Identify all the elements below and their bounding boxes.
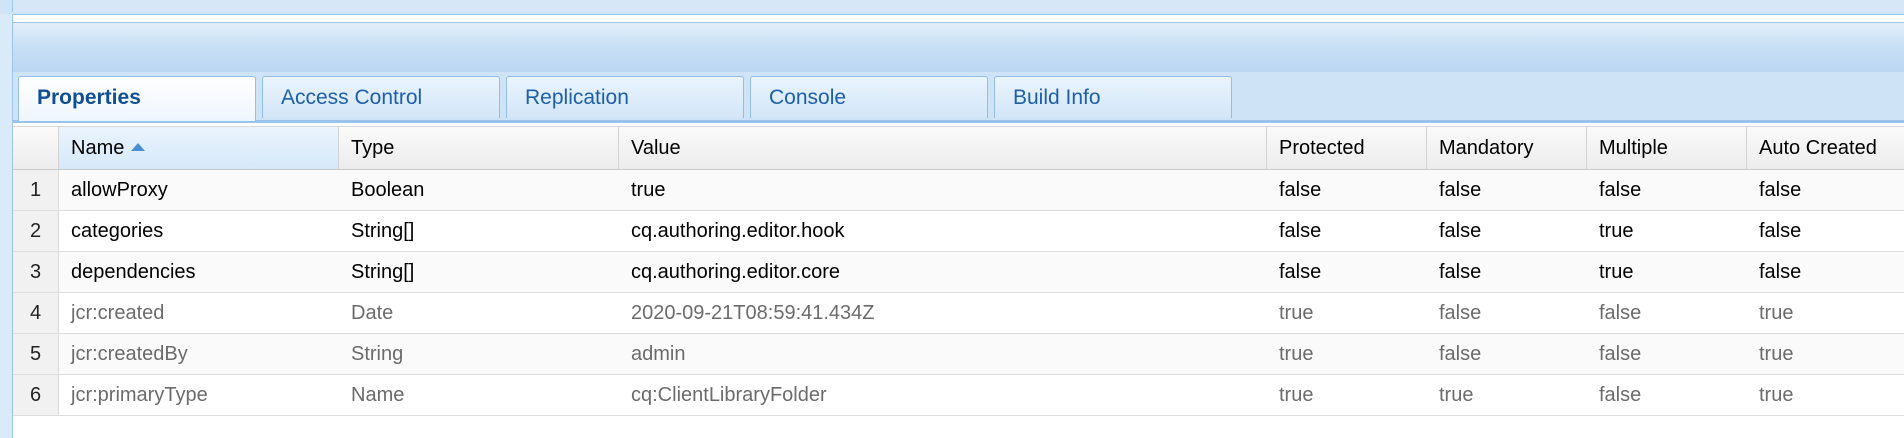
row-number: 2	[13, 211, 59, 251]
column-header-auto-created[interactable]: Auto Created	[1747, 127, 1904, 169]
top-panel-inner	[12, 0, 1904, 12]
cell-multiple: false	[1599, 384, 1642, 406]
cell-name[interactable]: jcr:created	[59, 293, 339, 333]
cell-value[interactable]: 2020-09-21T08:59:41.434Z	[619, 293, 1267, 333]
cell-multiple: true	[1599, 220, 1634, 242]
cell-mandatory: false	[1439, 179, 1482, 201]
row-number: 1	[13, 170, 59, 210]
cell-name[interactable]: allowProxy	[59, 170, 339, 210]
cell-mandatory: false	[1439, 220, 1482, 242]
cell-type[interactable]: Date	[339, 293, 619, 333]
tab-access-control[interactable]: Access Control	[262, 76, 500, 118]
cell-type[interactable]: String[]	[339, 252, 619, 292]
column-header-multiple[interactable]: Multiple	[1587, 127, 1747, 169]
cell-value[interactable]: true	[619, 170, 1267, 210]
cell-name[interactable]: dependencies	[59, 252, 339, 292]
cell-value[interactable]: admin	[619, 334, 1267, 374]
cell-value[interactable]: cq.authoring.editor.hook	[619, 211, 1267, 251]
cell-auto-created: false	[1759, 179, 1802, 201]
cell-auto-created: true	[1759, 343, 1794, 365]
cell-auto-created: false	[1759, 261, 1802, 283]
column-header-name-label: Name	[71, 137, 125, 159]
row-number: 4	[13, 293, 59, 333]
tab-replication[interactable]: Replication	[506, 76, 744, 118]
cell-name[interactable]: jcr:createdBy	[59, 334, 339, 374]
column-header-value[interactable]: Value	[619, 127, 1267, 169]
row-number: 5	[13, 334, 59, 374]
tab-console[interactable]: Console	[750, 76, 988, 118]
cell-type[interactable]: Boolean	[339, 170, 619, 210]
cell-protected: true	[1279, 343, 1314, 365]
cell-multiple: false	[1599, 302, 1642, 324]
column-header-protected[interactable]: Protected	[1267, 127, 1427, 169]
table-row[interactable]: 6 jcr:primaryType Name cq:ClientLibraryF…	[13, 375, 1904, 416]
cell-type[interactable]: String	[339, 334, 619, 374]
table-row[interactable]: 5 jcr:createdBy String admin true false …	[13, 334, 1904, 375]
sort-ascending-icon	[131, 143, 146, 151]
row-number: 3	[13, 252, 59, 292]
cell-name[interactable]: jcr:primaryType	[59, 375, 339, 415]
cell-protected: true	[1279, 302, 1314, 324]
table-row[interactable]: 1 allowProxy Boolean true false false fa…	[13, 170, 1904, 211]
column-header-mandatory[interactable]: Mandatory	[1427, 127, 1587, 169]
left-panel-edge	[0, 14, 13, 438]
cell-auto-created: true	[1759, 302, 1794, 324]
cell-multiple: false	[1599, 179, 1642, 201]
row-number-header	[13, 127, 59, 169]
cell-value[interactable]: cq:ClientLibraryFolder	[619, 375, 1267, 415]
cell-mandatory: false	[1439, 261, 1482, 283]
cell-auto-created: true	[1759, 384, 1794, 406]
column-header-name[interactable]: Name	[59, 127, 339, 169]
cell-name[interactable]: categories	[59, 211, 339, 251]
cell-mandatory: false	[1439, 302, 1482, 324]
cell-type[interactable]: Name	[339, 375, 619, 415]
table-row[interactable]: 4 jcr:created Date 2020-09-21T08:59:41.4…	[13, 293, 1904, 334]
cell-protected: true	[1279, 384, 1314, 406]
table-row[interactable]: 3 dependencies String[] cq.authoring.edi…	[13, 252, 1904, 293]
crxde-properties-panel: Properties Access Control Replication Co…	[0, 0, 1904, 438]
grid-header-row: Name Type Value Protected Mandatory Mult…	[13, 126, 1904, 170]
tab-build-info[interactable]: Build Info	[994, 76, 1232, 118]
cell-auto-created: false	[1759, 220, 1802, 242]
cell-protected: false	[1279, 220, 1322, 242]
cell-value[interactable]: cq.authoring.editor.core	[619, 252, 1267, 292]
properties-grid: Name Type Value Protected Mandatory Mult…	[13, 126, 1904, 416]
row-number: 6	[13, 375, 59, 415]
tab-bar: Properties Access Control Replication Co…	[18, 76, 1232, 121]
cell-multiple: true	[1599, 261, 1634, 283]
cell-type[interactable]: String[]	[339, 211, 619, 251]
top-panel-edge	[0, 0, 1904, 15]
table-row[interactable]: 2 categories String[] cq.authoring.edito…	[13, 211, 1904, 252]
cell-multiple: false	[1599, 343, 1642, 365]
tab-properties[interactable]: Properties	[18, 76, 256, 121]
cell-protected: false	[1279, 261, 1322, 283]
cell-mandatory: false	[1439, 343, 1482, 365]
cell-protected: false	[1279, 179, 1322, 201]
panel-header-bar[interactable]	[13, 22, 1904, 73]
column-header-type[interactable]: Type	[339, 127, 619, 169]
cell-mandatory: true	[1439, 384, 1474, 406]
